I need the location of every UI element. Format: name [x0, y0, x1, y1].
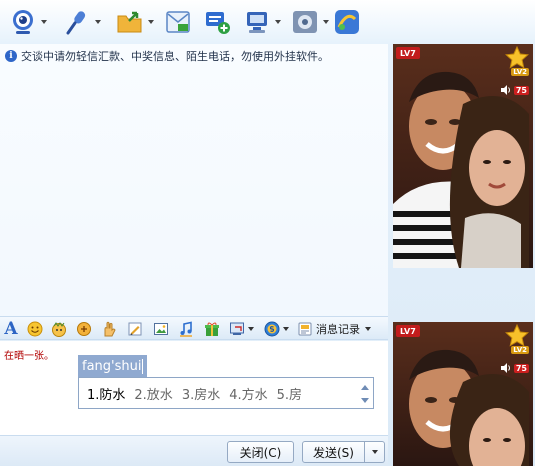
- volume-badge: 75: [513, 85, 529, 95]
- folder-transfer-icon: [117, 11, 142, 33]
- ime-candidate[interactable]: 4.方水: [229, 384, 267, 403]
- nudge-button[interactable]: [100, 320, 118, 338]
- sms-icon: [166, 11, 190, 33]
- bottom-action-bar: 关闭(C) 发送(S): [0, 435, 388, 466]
- security-notice-text: 交谈中请勿轻信汇款、中奖信息、陌生电话，勿使用外挂软件。: [21, 50, 329, 63]
- remote-video-panel[interactable]: LV7 LV2 75: [393, 44, 533, 268]
- chevron-down-icon[interactable]: [282, 327, 289, 331]
- page-down-icon[interactable]: [361, 398, 369, 403]
- screenshot-button[interactable]: [228, 320, 254, 338]
- close-button[interactable]: 关闭(C): [227, 441, 294, 463]
- star-icon: [505, 324, 529, 347]
- ime-candidate[interactable]: 2.放水: [134, 384, 172, 403]
- star-level-badge: LV2: [511, 68, 529, 76]
- history-icon: [298, 322, 312, 336]
- app-launcher-icon: [335, 10, 359, 34]
- image-icon: [154, 323, 168, 335]
- chevron-down-icon[interactable]: [148, 20, 154, 24]
- message-history-label: 消息记录: [316, 323, 360, 336]
- music-note-icon: [180, 321, 192, 337]
- local-video-panel[interactable]: LV7 LV2 75: [393, 322, 533, 466]
- voice-call-button[interactable]: [62, 7, 101, 37]
- speaker-icon: [500, 85, 510, 95]
- shake-window-icon: [77, 322, 91, 336]
- ime-candidate[interactable]: 3.房水: [182, 384, 220, 403]
- volume-indicator[interactable]: 75: [500, 362, 529, 374]
- pencil-icon: [128, 322, 142, 336]
- chevron-down-icon[interactable]: [323, 20, 329, 24]
- microphone-icon: [66, 11, 86, 35]
- font-icon: A: [4, 319, 18, 339]
- create-discussion-button[interactable]: [203, 7, 231, 37]
- music-button[interactable]: [177, 320, 195, 338]
- chevron-down-icon[interactable]: [41, 20, 47, 24]
- create-discussion-icon: [206, 12, 230, 34]
- star-icon: [505, 46, 529, 69]
- doodle-button[interactable]: [126, 320, 144, 338]
- font-button[interactable]: A: [2, 319, 20, 339]
- magic-emoticon-button[interactable]: [50, 320, 68, 338]
- emoticon-button[interactable]: [26, 320, 44, 338]
- webcam-icon: [13, 10, 33, 34]
- level-badge: LV7: [396, 325, 420, 337]
- gift-icon: [205, 322, 219, 336]
- ime-candidate[interactable]: 1.防水: [87, 384, 125, 403]
- magic-face-icon: [52, 322, 66, 337]
- text-caret: [142, 358, 144, 374]
- payment-button[interactable]: [262, 320, 290, 338]
- level-badge: LV7: [396, 47, 420, 59]
- typed-message-text: 在晒一张。: [4, 351, 54, 362]
- send-image-button[interactable]: [152, 320, 170, 338]
- ime-composition-text: fang'shui: [82, 358, 142, 374]
- ime-composition: fang'shui: [78, 355, 148, 377]
- ime-popup: fang'shui 1.防水 2.放水 3.房水 4.方水 5.房: [78, 355, 374, 409]
- chat-toolbar: [0, 0, 535, 44]
- ime-candidate[interactable]: 5.房: [277, 384, 302, 403]
- send-file-button[interactable]: [115, 7, 154, 37]
- send-button[interactable]: 发送(S): [302, 441, 365, 463]
- chevron-down-icon[interactable]: [365, 327, 371, 331]
- gift-button[interactable]: [203, 320, 221, 338]
- coin-icon: [264, 321, 279, 337]
- ime-page-arrows: [360, 385, 370, 403]
- settings-icon: [293, 11, 317, 33]
- remote-assist-icon: [247, 12, 267, 33]
- message-history-area[interactable]: i 交谈中请勿轻信汇款、中奖信息、陌生电话，勿使用外挂软件。: [0, 44, 388, 316]
- message-history-button[interactable]: 消息记录: [297, 320, 371, 338]
- smiley-icon: [27, 321, 43, 337]
- speaker-icon: [500, 363, 510, 373]
- info-icon: i: [5, 50, 17, 62]
- format-toolbar: A 消息记录: [0, 316, 388, 340]
- chevron-down-icon[interactable]: [275, 20, 281, 24]
- security-notice: i 交谈中请勿轻信汇款、中奖信息、陌生电话，勿使用外挂软件。: [5, 47, 329, 65]
- video-call-button[interactable]: [8, 7, 47, 37]
- ime-candidate-list: 1.防水 2.放水 3.房水 4.方水 5.房: [78, 377, 374, 409]
- send-sms-button[interactable]: [164, 7, 192, 37]
- chevron-down-icon: [371, 450, 378, 454]
- volume-badge: 75: [513, 363, 529, 373]
- chat-settings-button[interactable]: [290, 7, 329, 37]
- app-launcher-button[interactable]: [332, 7, 362, 37]
- chevron-down-icon[interactable]: [95, 20, 101, 24]
- send-options-button[interactable]: [365, 441, 385, 463]
- shake-button[interactable]: [75, 320, 93, 338]
- hand-icon: [104, 321, 116, 337]
- screenshot-icon: [229, 322, 244, 335]
- page-up-icon[interactable]: [361, 385, 369, 390]
- star-level-badge: LV2: [511, 346, 529, 354]
- chevron-down-icon[interactable]: [247, 327, 254, 331]
- remote-assist-button[interactable]: [242, 7, 281, 37]
- remote-video-image: [393, 44, 533, 268]
- volume-indicator[interactable]: 75: [500, 84, 529, 96]
